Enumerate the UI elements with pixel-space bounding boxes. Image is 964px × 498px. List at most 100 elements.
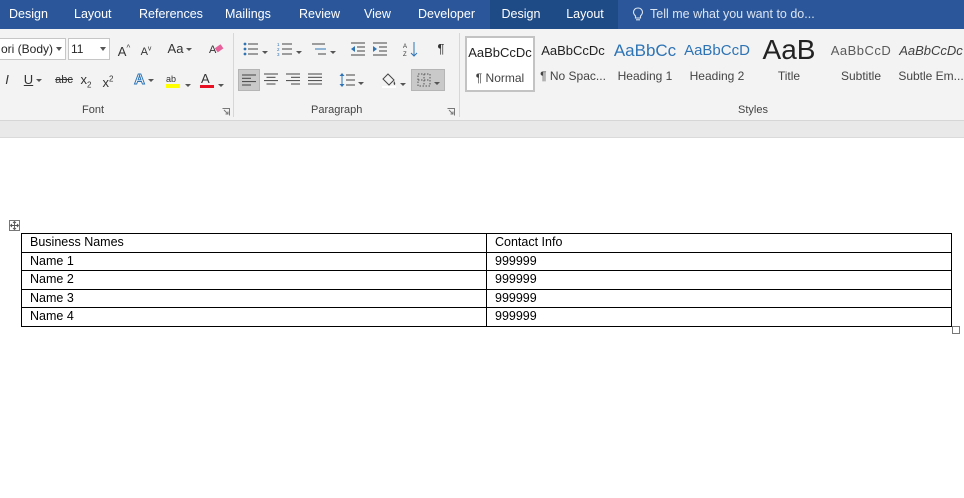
align-right-icon xyxy=(286,73,300,85)
tab-developer[interactable]: Developer xyxy=(418,0,475,29)
table-cell[interactable]: 999999 xyxy=(486,270,952,290)
clear-formatting-button[interactable]: A xyxy=(206,38,228,60)
align-center-button[interactable] xyxy=(261,69,281,91)
chevron-down-icon xyxy=(184,84,191,88)
borders-icon xyxy=(417,73,430,87)
italic-button[interactable]: I xyxy=(0,69,14,91)
underline-button[interactable]: U xyxy=(18,69,48,91)
chevron-down-icon xyxy=(357,82,364,86)
paragraph-dialog-launcher-icon[interactable] xyxy=(447,108,455,116)
paragraph-group-label: Paragraph xyxy=(311,104,363,116)
table-row: Name 2 999999 xyxy=(21,270,952,290)
style-normal-sample: AaBbCcDc xyxy=(468,45,532,60)
shading-button[interactable] xyxy=(378,69,408,91)
table-cell[interactable]: Name 4 xyxy=(21,307,487,327)
table-cell[interactable]: 999999 xyxy=(486,307,952,327)
justify-button[interactable] xyxy=(305,69,325,91)
align-left-icon xyxy=(242,74,256,86)
chevron-down-icon xyxy=(36,79,43,83)
superscript-button[interactable]: x2 xyxy=(99,69,117,91)
text-effects-button[interactable]: A xyxy=(130,69,158,91)
style-no-spacing-sample: AaBbCcDc xyxy=(541,43,605,58)
style-no-spacing-label: ¶ No Spac... xyxy=(540,69,606,83)
table-row: Name 1 999999 xyxy=(21,251,952,271)
styles-group-label: Styles xyxy=(738,104,768,116)
increase-indent-button[interactable] xyxy=(370,38,390,60)
group-separator xyxy=(233,33,234,117)
move-arrows-icon xyxy=(10,221,19,230)
multilevel-list-button[interactable] xyxy=(308,38,338,60)
font-color-icon: A xyxy=(199,71,214,88)
font-size-combo[interactable]: 11 xyxy=(68,38,110,60)
sort-icon: AZ xyxy=(403,42,418,58)
table-header-cell[interactable]: Contact Info xyxy=(486,233,952,253)
table-header-cell[interactable]: Business Names xyxy=(21,233,487,253)
font-name-combo[interactable]: ori (Body) xyxy=(0,38,66,60)
tab-layout[interactable]: Layout xyxy=(74,0,112,29)
change-case-button[interactable]: Aa xyxy=(164,38,196,60)
shrink-font-button[interactable]: Av xyxy=(136,38,156,60)
style-normal[interactable]: AaBbCcDc ¶ Normal xyxy=(465,36,535,92)
table-move-handle[interactable] xyxy=(9,220,20,231)
tab-references[interactable]: References xyxy=(139,0,203,29)
tab-table-layout[interactable]: Layout xyxy=(552,0,618,29)
line-spacing-button[interactable] xyxy=(336,69,366,91)
svg-text:Z: Z xyxy=(403,52,407,57)
highlight-color-button[interactable]: ab xyxy=(162,69,192,91)
tell-me-text: Tell me what you want to do... xyxy=(650,7,815,21)
borders-button[interactable] xyxy=(411,69,445,91)
lightbulb-icon xyxy=(632,7,644,21)
shrink-font-icon: Av xyxy=(140,45,152,58)
font-group-label: Font xyxy=(82,104,105,116)
ribbon-tab-bar: Design Layout References Mailings Review… xyxy=(0,0,964,29)
grow-font-button[interactable]: A^ xyxy=(114,38,134,60)
line-spacing-icon xyxy=(339,73,355,87)
decrease-indent-icon xyxy=(351,42,365,56)
tab-view[interactable]: View xyxy=(364,0,391,29)
business-table[interactable]: Business Names Contact Info Name 1 99999… xyxy=(21,233,952,327)
tab-table-design[interactable]: Design xyxy=(490,0,552,29)
table-resize-handle[interactable] xyxy=(952,326,960,334)
multilevel-list-icon xyxy=(311,43,326,55)
table-cell[interactable]: Name 3 xyxy=(21,288,487,308)
font-color-button[interactable]: A xyxy=(196,69,226,91)
style-subtitle[interactable]: AaBbCcD Subtitle xyxy=(826,36,896,92)
grow-font-icon: A^ xyxy=(117,44,131,60)
table-cell[interactable]: 999999 xyxy=(486,251,952,271)
svg-text:ab: ab xyxy=(166,74,176,84)
numbering-button[interactable]: 123 xyxy=(274,38,304,60)
chevron-down-icon xyxy=(295,51,302,55)
style-title[interactable]: AaB Title xyxy=(754,36,824,92)
svg-text:A: A xyxy=(403,44,407,50)
chevron-down-icon xyxy=(433,82,440,86)
table-header-row: Business Names Contact Info xyxy=(21,233,952,253)
document-page[interactable]: Business Names Contact Info Name 1 99999… xyxy=(0,138,964,498)
bullet-list-icon xyxy=(243,42,258,56)
font-dialog-launcher-icon[interactable] xyxy=(222,108,230,116)
tab-design[interactable]: Design xyxy=(9,0,48,29)
tab-mailings[interactable]: Mailings xyxy=(225,0,271,29)
subscript-button[interactable]: x2 xyxy=(77,69,95,91)
strikethrough-button[interactable]: abc xyxy=(53,69,75,91)
font-size-value: 11 xyxy=(71,42,84,56)
align-left-button[interactable] xyxy=(238,69,260,91)
chevron-down-icon xyxy=(186,48,193,52)
show-formatting-marks-button[interactable]: ¶ xyxy=(430,38,452,60)
style-no-spacing[interactable]: AaBbCcDc ¶ No Spac... xyxy=(538,36,608,92)
bullets-button[interactable] xyxy=(240,38,270,60)
decrease-indent-button[interactable] xyxy=(348,38,368,60)
align-center-icon xyxy=(264,73,278,85)
tell-me-search[interactable]: Tell me what you want to do... xyxy=(632,0,815,29)
table-cell[interactable]: Name 1 xyxy=(21,251,487,271)
style-subtle-emphasis[interactable]: AaBbCcDc Subtle Em... xyxy=(898,36,964,92)
tab-review[interactable]: Review xyxy=(299,0,340,29)
style-subtitle-sample: AaBbCcD xyxy=(830,43,892,58)
numbered-list-icon: 123 xyxy=(277,42,292,57)
table-cell[interactable]: Name 2 xyxy=(21,270,487,290)
style-heading-2[interactable]: AaBbCcD Heading 2 xyxy=(682,36,752,92)
style-normal-label: ¶ Normal xyxy=(475,71,525,85)
align-right-button[interactable] xyxy=(283,69,303,91)
table-cell[interactable]: 999999 xyxy=(486,288,952,308)
sort-button[interactable]: AZ xyxy=(400,38,422,60)
style-heading-1[interactable]: AaBbCc Heading 1 xyxy=(610,36,680,92)
